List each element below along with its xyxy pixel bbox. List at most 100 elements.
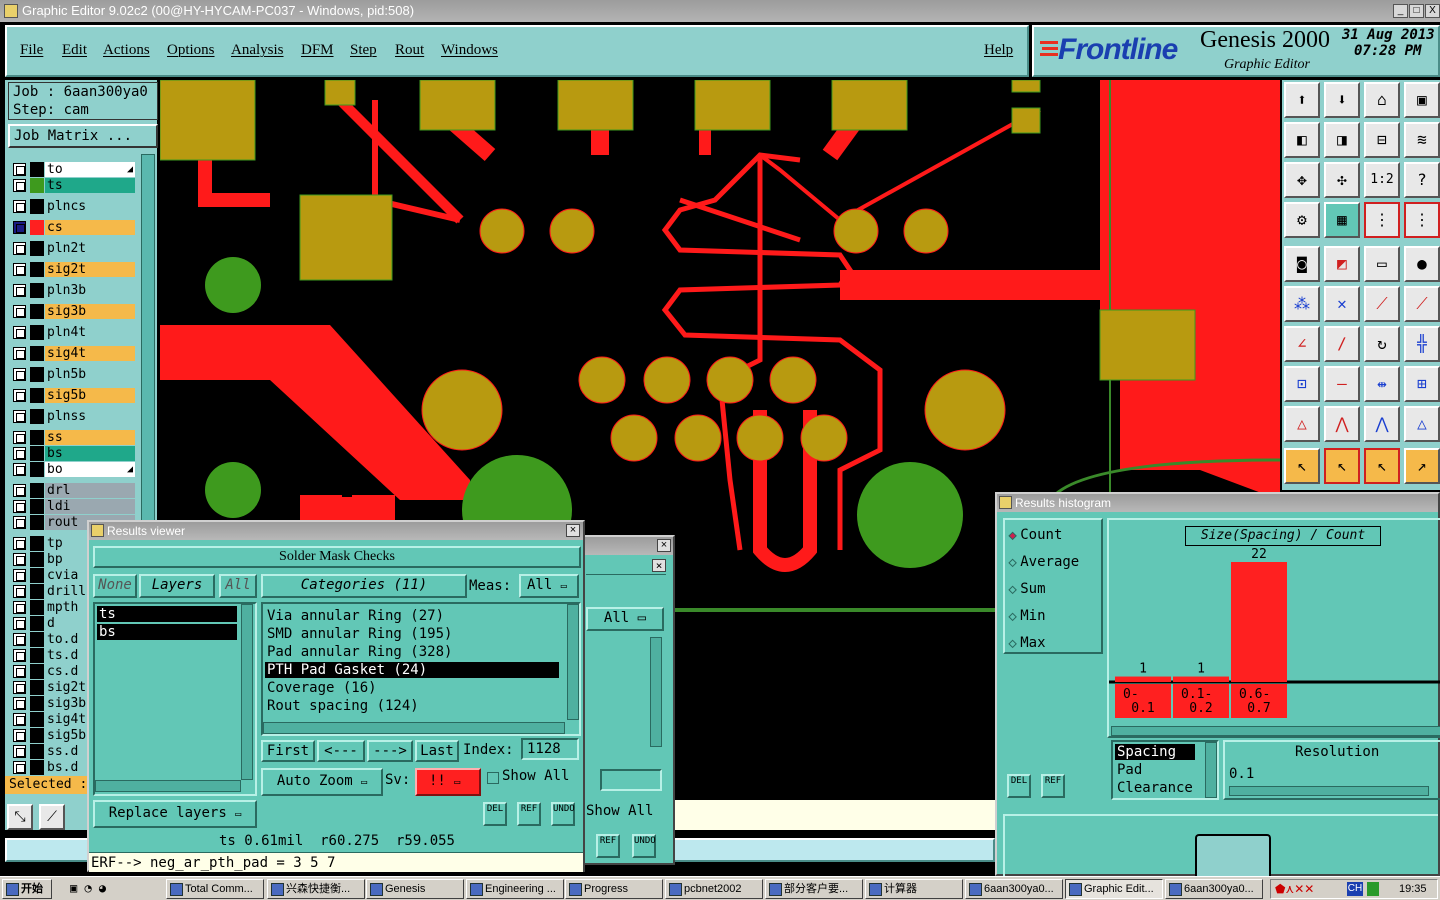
layer-color-swatch[interactable] (30, 483, 44, 498)
layer-checkbox[interactable] (13, 729, 26, 742)
layer-name[interactable]: ss (45, 430, 135, 445)
layer-name[interactable]: drl (45, 483, 135, 498)
layer-checkbox[interactable] (13, 697, 26, 710)
triangle-blue-icon[interactable]: ⋀ (1364, 406, 1400, 442)
layer-checkbox[interactable] (13, 263, 26, 276)
layer-name[interactable]: to ◢ (45, 162, 135, 177)
layer-checkbox[interactable] (13, 347, 26, 360)
layer-row-cs[interactable]: cs (13, 220, 135, 235)
layer-checkbox[interactable] (13, 284, 26, 297)
behind-dialog-close-icon[interactable]: × (657, 539, 671, 552)
layer-checkbox[interactable] (13, 200, 26, 213)
all-button[interactable]: All (219, 574, 257, 598)
behind-index-field[interactable] (600, 769, 662, 791)
layer-checkbox[interactable] (13, 516, 26, 529)
histogram-del-button[interactable]: DEL (1007, 774, 1031, 798)
layer-color-swatch[interactable] (30, 162, 44, 177)
minimize-button[interactable]: _ (1393, 4, 1408, 18)
histogram-option-sum[interactable]: ◆ Sum (1008, 580, 1045, 598)
layer-row-pln4t[interactable]: pln4t (13, 325, 135, 340)
category-list-vscroll[interactable] (567, 604, 579, 720)
layer-row-sig3b[interactable]: sig3b (13, 304, 135, 319)
zoom-panel-icon[interactable]: ▣ (1404, 82, 1440, 118)
layer-color-swatch[interactable] (30, 744, 44, 759)
line-pad-red-icon[interactable]: ⟋ (1404, 286, 1440, 322)
zoom-down-icon[interactable]: ⬇ (1324, 82, 1360, 118)
measure-icon[interactable]: ⟋ (39, 804, 65, 830)
layer-checkbox[interactable] (13, 569, 26, 582)
layer-row-sig2t[interactable]: sig2t (13, 262, 135, 277)
layer-color-swatch[interactable] (30, 515, 44, 530)
meas-select[interactable]: All ▭ (519, 574, 579, 598)
first-button[interactable]: First (261, 740, 315, 762)
category-item[interactable]: Coverage (16) (265, 680, 559, 696)
split-icon[interactable]: ╬ (1404, 326, 1440, 362)
zoom-one-to-one-icon[interactable]: 1:2 (1364, 162, 1400, 198)
taskbar-task[interactable]: Progress (565, 879, 663, 899)
layer-name[interactable]: plncs (45, 199, 135, 214)
tray-icons[interactable]: ⬟⋏✕✕ (1275, 882, 1314, 896)
del-button[interactable]: DEL (483, 802, 507, 826)
layer-name[interactable]: sig5b (45, 388, 135, 403)
layer-checkbox[interactable] (13, 463, 26, 476)
layer-checkbox[interactable] (13, 163, 26, 176)
attribute-list[interactable]: Spacing Pad Clearance (1111, 740, 1219, 800)
line-pad-icon[interactable]: ⟋ (1364, 286, 1400, 322)
measure-distance-icon[interactable]: ⇹ (1364, 366, 1400, 402)
none-button[interactable]: None (93, 574, 137, 598)
layer-color-swatch[interactable] (30, 696, 44, 711)
result-layer-ts[interactable]: ts (97, 606, 237, 622)
layer-name[interactable]: bs (45, 446, 135, 461)
histogram-option-max[interactable]: ◆ Max (1008, 634, 1045, 652)
pan-left-icon[interactable]: ◧ (1284, 122, 1320, 158)
layer-checkbox[interactable] (13, 431, 26, 444)
cross-icon[interactable]: ✕ (1324, 286, 1360, 322)
zoom-area-icon[interactable]: ⤡ (7, 804, 33, 830)
zoom-in-icon[interactable]: ✥ (1284, 162, 1320, 198)
connect-icon[interactable]: ⁂ (1284, 286, 1320, 322)
radio-diamond-icon[interactable]: ◆ (1008, 609, 1016, 624)
layer-list-hscroll[interactable] (95, 780, 241, 792)
pointer-icon[interactable]: ↖ (1284, 448, 1320, 484)
snap-center-icon[interactable]: ⋮ (1404, 202, 1440, 238)
layer-color-swatch[interactable] (30, 178, 44, 193)
layer-name[interactable]: pln5b (45, 367, 135, 382)
histogram-bar[interactable] (1231, 562, 1287, 682)
category-item[interactable]: PTH Pad Gasket (24) (265, 662, 559, 678)
histogram-bar[interactable] (1173, 676, 1229, 682)
layer-name[interactable]: sig3b (45, 304, 135, 319)
layer-checkbox[interactable] (13, 745, 26, 758)
layer-name[interactable]: pln4t (45, 325, 135, 340)
layer-row-pln5b[interactable]: pln5b (13, 367, 135, 382)
radio-diamond-icon[interactable]: ◆ (1008, 555, 1016, 570)
settings-icon[interactable]: ⚙ (1284, 202, 1320, 238)
last-button[interactable]: Last (415, 740, 459, 762)
pad-icon[interactable]: ● (1404, 246, 1440, 282)
layer-row-ts[interactable]: ts (13, 178, 135, 193)
taskbar-task[interactable]: 计算器 (865, 879, 963, 899)
layer-checkbox[interactable] (13, 633, 26, 646)
layer-row-sig4t[interactable]: sig4t (13, 346, 135, 361)
layer-color-swatch[interactable] (30, 346, 44, 361)
layer-color-swatch[interactable] (30, 664, 44, 679)
layer-color-swatch[interactable] (30, 462, 44, 477)
replace-layers-select[interactable]: Replace layers ▭ (93, 800, 257, 828)
pointer-route-icon[interactable]: ↗ (1404, 448, 1440, 484)
menu-file[interactable]: File (20, 42, 43, 59)
zoom-out-icon[interactable]: ✣ (1324, 162, 1360, 198)
layer-color-swatch[interactable] (30, 241, 44, 256)
layer-row-drl[interactable]: drl (13, 483, 135, 498)
layer-name[interactable]: plnss (45, 409, 135, 424)
layer-checkbox[interactable] (13, 617, 26, 630)
layer-name[interactable]: ldi (45, 499, 135, 514)
layer-color-swatch[interactable] (30, 616, 44, 631)
behind-dialog-close2-icon[interactable]: × (652, 559, 666, 572)
layer-checkbox[interactable] (13, 601, 26, 614)
zoom-spring-icon[interactable]: ≋ (1404, 122, 1440, 158)
layer-checkbox[interactable] (13, 665, 26, 678)
attribute-item[interactable]: Pad (1115, 762, 1195, 778)
category-item[interactable]: Pad annular Ring (328) (265, 644, 559, 660)
radio-diamond-icon[interactable]: ◆ (1008, 528, 1016, 543)
menu-analysis[interactable]: Analysis (231, 42, 284, 59)
triangle-outline-icon[interactable]: ⋀ (1324, 406, 1360, 442)
